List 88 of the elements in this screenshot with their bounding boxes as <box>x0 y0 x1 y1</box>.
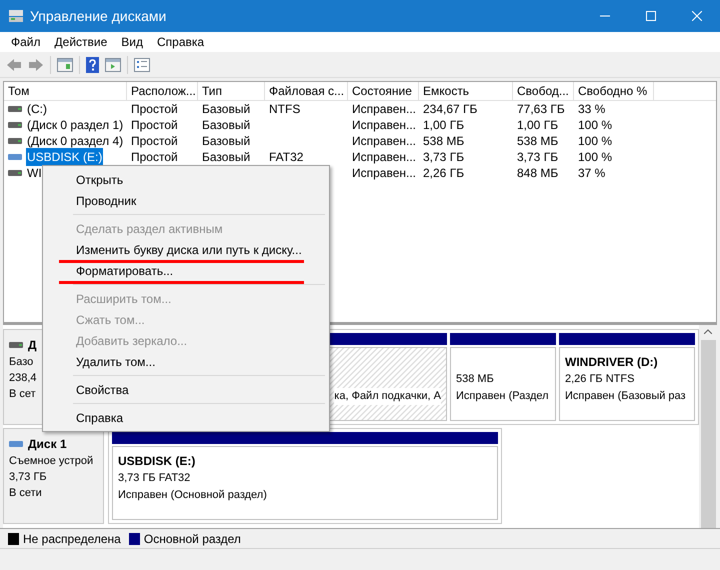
drive-icon <box>8 138 22 144</box>
table-cell-text: 33 % <box>578 101 606 118</box>
column-header[interactable]: Файловая с... <box>265 82 348 100</box>
table-cell-text: 234,67 ГБ <box>423 101 478 118</box>
table-cell-text: Исправен... <box>352 149 416 166</box>
panel-icon[interactable] <box>105 58 121 72</box>
menu-item[interactable]: Вид <box>114 32 150 52</box>
volume-name[interactable]: WI <box>26 164 43 182</box>
volume-name[interactable]: (Диск 0 раздел 1) <box>26 116 124 134</box>
table-cell-text: 3,73 ГБ <box>423 149 464 166</box>
usb-drive-icon <box>9 441 23 447</box>
table-cell-text: Простой <box>131 149 178 166</box>
scroll-up-icon[interactable] <box>704 329 712 334</box>
table-cell-text: Исправен... <box>352 117 416 134</box>
table-cell-text: Простой <box>131 117 178 134</box>
drive-icon <box>8 122 22 128</box>
disk-name: Диск 1 <box>28 436 67 453</box>
table-cell-text: NTFS <box>269 101 300 118</box>
table-cell-text: 1,00 ГБ <box>517 117 558 134</box>
table-cell-text: 3,73 ГБ <box>517 149 558 166</box>
column-header[interactable]: Том <box>4 82 127 100</box>
table-cell-text: 37 % <box>578 165 606 182</box>
menu-item[interactable]: Форматировать... <box>43 260 329 281</box>
table-cell-text: Исправен... <box>352 101 416 118</box>
partition[interactable]: WINDRIVER (D:) 2,26 ГБ NTFS Исправен (Базовый раз <box>559 347 695 421</box>
volume-name[interactable]: (C:) <box>26 100 48 118</box>
column-header[interactable]: Свобод... <box>513 82 574 100</box>
usb-drive-icon <box>8 154 22 160</box>
column-header[interactable]: Располож... <box>127 82 198 100</box>
partition[interactable]: 538 МБ Исправен (Раздел <box>450 347 556 421</box>
table-cell-text: 1,00 ГБ <box>423 117 464 134</box>
partition-info: ка, Файл подкачки, А <box>334 388 441 405</box>
disk-info: 238,4 <box>9 371 37 386</box>
menu-item[interactable]: Свойства <box>43 379 329 400</box>
table-cell-text: Исправен... <box>352 133 416 150</box>
menu-item[interactable]: Справка <box>150 32 212 52</box>
menu-item[interactable]: Удалить том... <box>43 351 329 372</box>
disk-info: Съемное устрой <box>9 454 94 469</box>
disk-management-icon <box>8 9 24 23</box>
legend-label: Основной раздел <box>144 530 241 548</box>
disk-name: Д <box>28 337 37 354</box>
window-title: Управление дисками <box>30 6 166 26</box>
drive-icon <box>8 170 22 176</box>
table-cell-text: Базовый <box>202 149 250 166</box>
table-cell-text: 100 % <box>578 133 612 150</box>
table-cell-text: 538 МБ <box>423 133 464 150</box>
back-arrow-icon[interactable] <box>6 58 22 72</box>
disk-info: 3,73 ГБ <box>9 470 47 485</box>
menu-item[interactable]: Файл <box>4 32 48 52</box>
volume-name[interactable]: (Диск 0 раздел 4) <box>26 132 124 150</box>
table-cell-text: 100 % <box>578 117 612 134</box>
table-cell-text: 100 % <box>578 149 612 166</box>
list-icon[interactable] <box>134 58 150 72</box>
table-cell-text: Базовый <box>202 117 250 134</box>
forward-arrow-icon[interactable] <box>28 58 44 72</box>
menu-item[interactable]: Изменить букву диска или путь к диску... <box>43 239 329 260</box>
disk-info: Базо <box>9 355 34 370</box>
column-header[interactable]: Свободно % <box>574 82 654 100</box>
table-cell-text: Простой <box>131 101 178 118</box>
help-icon[interactable] <box>86 56 99 72</box>
table-cell-text: 2,26 ГБ <box>423 165 464 182</box>
table-cell-text: Простой <box>131 133 178 150</box>
menu-item[interactable]: Открыть <box>43 169 329 190</box>
table-cell-text: Базовый <box>202 133 250 150</box>
maximize-icon <box>646 11 656 21</box>
partition[interactable]: USBDISK (E:) 3,73 ГБ FAT32 Исправен (Основной раздел) <box>112 446 498 520</box>
column-header[interactable]: Тип <box>198 82 265 100</box>
table-cell-text: 77,63 ГБ <box>517 101 565 118</box>
table-cell-text: Базовый <box>202 101 250 118</box>
legend-label: Не распределена <box>23 530 121 548</box>
volume-name[interactable]: USBDISK (E:) <box>26 148 104 166</box>
column-header[interactable]: Емкость <box>419 82 513 100</box>
table-cell-text: FAT32 <box>269 149 304 166</box>
drive-icon <box>8 106 22 112</box>
partition-title: USBDISK (E:) <box>118 453 196 470</box>
table-cell-text: 848 МБ <box>517 165 558 182</box>
disk-info: В сет <box>9 387 36 402</box>
column-header[interactable]: Состояние <box>348 82 419 100</box>
table-cell-text: Исправен... <box>352 165 416 182</box>
close-icon <box>692 11 702 21</box>
menu-item[interactable]: Действие <box>48 32 114 52</box>
disk-info: В сети <box>9 486 42 501</box>
table-cell-text: 538 МБ <box>517 133 558 150</box>
panel-icon[interactable] <box>57 58 73 72</box>
menu-item[interactable]: Справка <box>43 407 329 428</box>
drive-icon <box>9 342 23 348</box>
partition-title: WINDRIVER (D:) <box>565 354 658 371</box>
menu-item[interactable]: Проводник <box>43 190 329 211</box>
